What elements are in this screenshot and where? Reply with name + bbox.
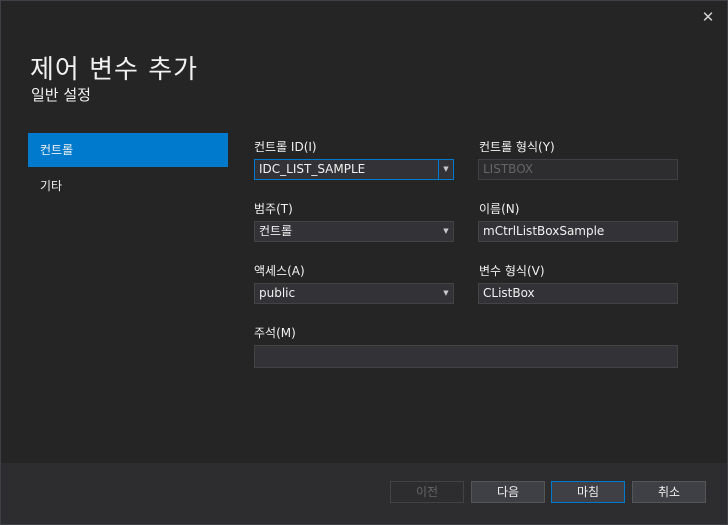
chevron-down-icon[interactable]: ▼ — [439, 222, 453, 241]
variable-type-input[interactable]: CListBox — [478, 283, 678, 304]
name-label: 이름(N) — [479, 202, 520, 216]
category-label: 범주(T) — [254, 202, 293, 216]
access-dropdown[interactable]: public ▼ — [254, 283, 454, 304]
cancel-button[interactable]: 취소 — [632, 481, 706, 503]
comment-label: 주석(M) — [254, 326, 296, 340]
name-value: mCtrlListBoxSample — [483, 224, 605, 238]
dialog-subtitle: 일반 설정 — [31, 86, 91, 104]
category-value: 컨트롤 — [259, 224, 293, 238]
close-icon[interactable]: ✕ — [699, 8, 717, 26]
control-id-combobox[interactable]: IDC_LIST_SAMPLE ▼ — [254, 159, 454, 180]
variable-type-value: CListBox — [483, 286, 535, 300]
control-id-value: IDC_LIST_SAMPLE — [259, 162, 366, 176]
access-value: public — [259, 286, 296, 300]
control-type-label: 컨트롤 형식(Y) — [479, 140, 555, 154]
variable-type-label: 변수 형식(V) — [479, 264, 545, 278]
dialog-title: 제어 변수 추가 — [30, 55, 199, 85]
name-input[interactable]: mCtrlListBoxSample — [478, 221, 678, 242]
control-type-value: LISTBOX — [483, 162, 534, 176]
access-label: 액세스(A) — [254, 264, 305, 278]
chevron-down-icon[interactable]: ▼ — [438, 160, 453, 179]
nav-item-other[interactable]: 기타 — [28, 169, 228, 203]
add-control-variable-dialog: ✕ 제어 변수 추가 일반 설정 컨트롤 기타 컨트롤 ID(I) IDC_LI… — [0, 0, 728, 525]
finish-button[interactable]: 마침 — [551, 481, 625, 503]
next-button[interactable]: 다음 — [471, 481, 545, 503]
category-dropdown[interactable]: 컨트롤 ▼ — [254, 221, 454, 242]
control-id-label: 컨트롤 ID(I) — [254, 140, 317, 154]
chevron-down-icon[interactable]: ▼ — [439, 284, 453, 303]
prev-button[interactable]: 이전 — [390, 481, 464, 503]
nav-item-control[interactable]: 컨트롤 — [28, 133, 228, 167]
control-type-field: LISTBOX — [478, 159, 678, 180]
comment-input[interactable] — [254, 345, 678, 368]
settings-nav: 컨트롤 기타 — [28, 133, 228, 205]
